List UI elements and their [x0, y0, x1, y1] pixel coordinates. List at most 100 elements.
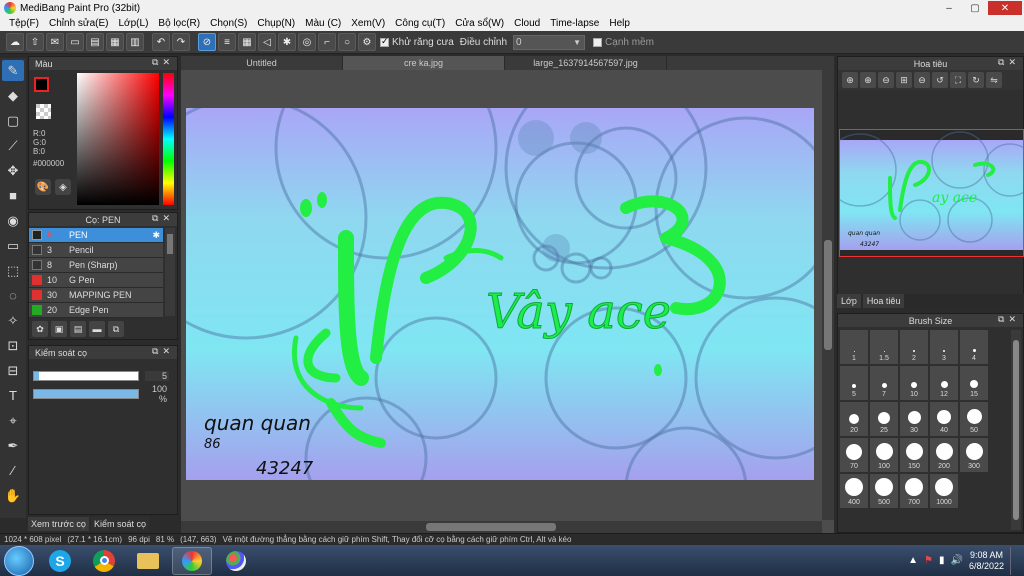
adjust-select[interactable]: 0 ▼	[513, 34, 586, 50]
eraser-tool-icon[interactable]: ◆	[2, 85, 24, 106]
menu-select[interactable]: Chọn(S)	[205, 18, 252, 29]
paint-icon[interactable]	[216, 547, 256, 575]
gradient-tool-icon[interactable]: ▭	[2, 235, 24, 256]
select-eraser-icon[interactable]: ⊟	[2, 360, 24, 381]
brush-size-option[interactable]: 1.5	[870, 330, 898, 364]
brush-settings-icon[interactable]: ✿	[32, 321, 48, 337]
brush-size-option[interactable]: 1	[840, 330, 868, 364]
show-desktop-button[interactable]	[1010, 546, 1018, 575]
brush-item[interactable]: 5 PEN ✱	[29, 228, 163, 243]
picker-icon[interactable]: ⁄	[2, 460, 24, 481]
hand-tool-icon[interactable]: ✋	[2, 485, 24, 506]
menu-capture[interactable]: Chụp(N)	[252, 18, 300, 29]
menu-window[interactable]: Cửa sổ(W)	[450, 18, 509, 29]
snap-off-icon[interactable]: ⊘	[198, 33, 216, 51]
transparent-swatch[interactable]	[36, 104, 51, 119]
canvas-horizontal-scrollbar[interactable]	[181, 521, 822, 533]
redo-icon[interactable]: ↷	[172, 33, 190, 51]
undo-icon[interactable]: ↶	[152, 33, 170, 51]
brush-size-option[interactable]: 40	[930, 402, 958, 436]
zoom-plus-icon[interactable]: ⊕	[860, 72, 876, 88]
speech-icon[interactable]: ▭	[66, 33, 84, 51]
copy-brush-icon[interactable]: ▤	[70, 321, 86, 337]
cloud-icon[interactable]: ☁	[6, 33, 24, 51]
snap-perspective-icon[interactable]: ◁	[258, 33, 276, 51]
snap-circle-icon[interactable]: ○	[338, 33, 356, 51]
document-icon[interactable]: ▤	[86, 33, 104, 51]
brush-size-option[interactable]: 12	[930, 366, 958, 400]
medibang-taskbar-icon[interactable]	[172, 546, 212, 575]
snap-settings-icon[interactable]: ⚙	[358, 33, 376, 51]
brush-size-option[interactable]: 20	[840, 402, 868, 436]
gear-icon[interactable]: ✱	[152, 230, 160, 241]
panel-controls[interactable]: ⧉✕	[152, 57, 174, 68]
snap-radial-icon[interactable]: ✱	[278, 33, 296, 51]
volume-icon[interactable]: 🔊	[951, 555, 963, 566]
brush-size-option[interactable]: 150	[900, 438, 928, 472]
brush-size-option[interactable]: 300	[960, 438, 988, 472]
brush-size-option[interactable]: 10	[900, 366, 928, 400]
zoom-in-icon[interactable]: ⊕	[842, 72, 858, 88]
menu-view[interactable]: Xem(V)	[346, 18, 390, 29]
add-brush-icon[interactable]: ▣	[51, 321, 67, 337]
tray-expand-icon[interactable]: ▲	[908, 555, 918, 566]
panel-controls[interactable]: ⧉✕	[998, 57, 1020, 68]
fill-rect-icon[interactable]: ■	[2, 185, 24, 206]
snap-concentric-icon[interactable]: ◎	[298, 33, 316, 51]
start-button[interactable]	[4, 545, 34, 576]
divide-tool-icon[interactable]: ⌖	[2, 410, 24, 431]
brush-item[interactable]: 3 Pencil	[29, 243, 163, 258]
brush-size-option[interactable]: 25	[870, 402, 898, 436]
tab-layer[interactable]: Lớp	[837, 294, 861, 308]
snap-grid-icon[interactable]: ▦	[238, 33, 256, 51]
menu-filter[interactable]: Bộ lọc(R)	[153, 18, 205, 29]
brush-size-option[interactable]: 4	[960, 330, 988, 364]
brush-size-option[interactable]: 15	[960, 366, 988, 400]
brush-size-option[interactable]: 70	[840, 438, 868, 472]
bucket-tool-icon[interactable]: ◉	[2, 210, 24, 231]
hue-slider[interactable]	[163, 73, 174, 205]
comment-icon[interactable]: ✉	[46, 33, 64, 51]
snap-curve-icon[interactable]: ⌐	[318, 33, 336, 51]
select-tool-icon[interactable]: ⬚	[2, 260, 24, 281]
menu-timelapse[interactable]: Time-lapse	[545, 18, 604, 29]
brush-size-option[interactable]: 500	[870, 474, 898, 508]
panel-controls[interactable]: ⧉✕	[152, 346, 174, 357]
brush-tool-icon[interactable]: ✎	[2, 60, 24, 81]
duplicate-icon[interactable]: ⧉	[108, 321, 124, 337]
text-tool-icon[interactable]: T	[2, 385, 24, 406]
saturation-value-picker[interactable]	[77, 73, 159, 205]
panel-controls[interactable]: ⧉✕	[152, 213, 174, 224]
magic-wand-icon[interactable]: ✧	[2, 310, 24, 331]
palette-alt-icon[interactable]: ◈	[55, 179, 71, 195]
canvas-vertical-scrollbar[interactable]	[822, 70, 834, 520]
tab-navigator[interactable]: Hoa tiêu	[862, 294, 905, 308]
folder-icon[interactable]: ▬	[89, 321, 105, 337]
brush-item[interactable]: 10 G Pen	[29, 273, 163, 288]
menu-file[interactable]: Tệp(F)	[4, 18, 44, 29]
snap-parallel-icon[interactable]: ≡	[218, 33, 236, 51]
menu-layer[interactable]: Lớp(L)	[114, 18, 154, 29]
brush-size-option[interactable]: 400	[840, 474, 868, 508]
brush-size-option[interactable]: 7	[870, 366, 898, 400]
rect-tool-icon[interactable]: ▢	[2, 110, 24, 131]
menu-color[interactable]: Màu (C)	[300, 18, 346, 29]
tab-brush-control[interactable]: Kiểm soát cọ	[90, 517, 149, 531]
sharp-edge-checkbox[interactable]	[593, 37, 603, 47]
fullscreen-icon[interactable]: ⛶	[950, 72, 966, 88]
tab-cre-ka[interactable]: cre ka.jpg	[343, 56, 505, 70]
layout-icon[interactable]: ▦	[106, 33, 124, 51]
flag-icon[interactable]: ⚑	[924, 555, 933, 566]
brush-size-option[interactable]: 2	[900, 330, 928, 364]
panel-controls[interactable]: ⧉✕	[998, 314, 1020, 325]
size-value[interactable]: 5	[145, 371, 169, 381]
flip-icon[interactable]: ⇋	[986, 72, 1002, 88]
canvas-artwork[interactable]: Vây ace quan quan 86 43247	[186, 108, 814, 480]
foreground-color-swatch[interactable]	[34, 77, 49, 92]
antialias-checkbox[interactable]	[380, 36, 389, 47]
lasso-tool-icon[interactable]: ◌	[2, 285, 24, 306]
zoom-out-icon[interactable]: ⊖	[878, 72, 894, 88]
brush-size-option[interactable]: 1000	[930, 474, 958, 508]
brush-size-scrollbar[interactable]	[1011, 330, 1021, 530]
fit-icon[interactable]: ⊞	[896, 72, 912, 88]
